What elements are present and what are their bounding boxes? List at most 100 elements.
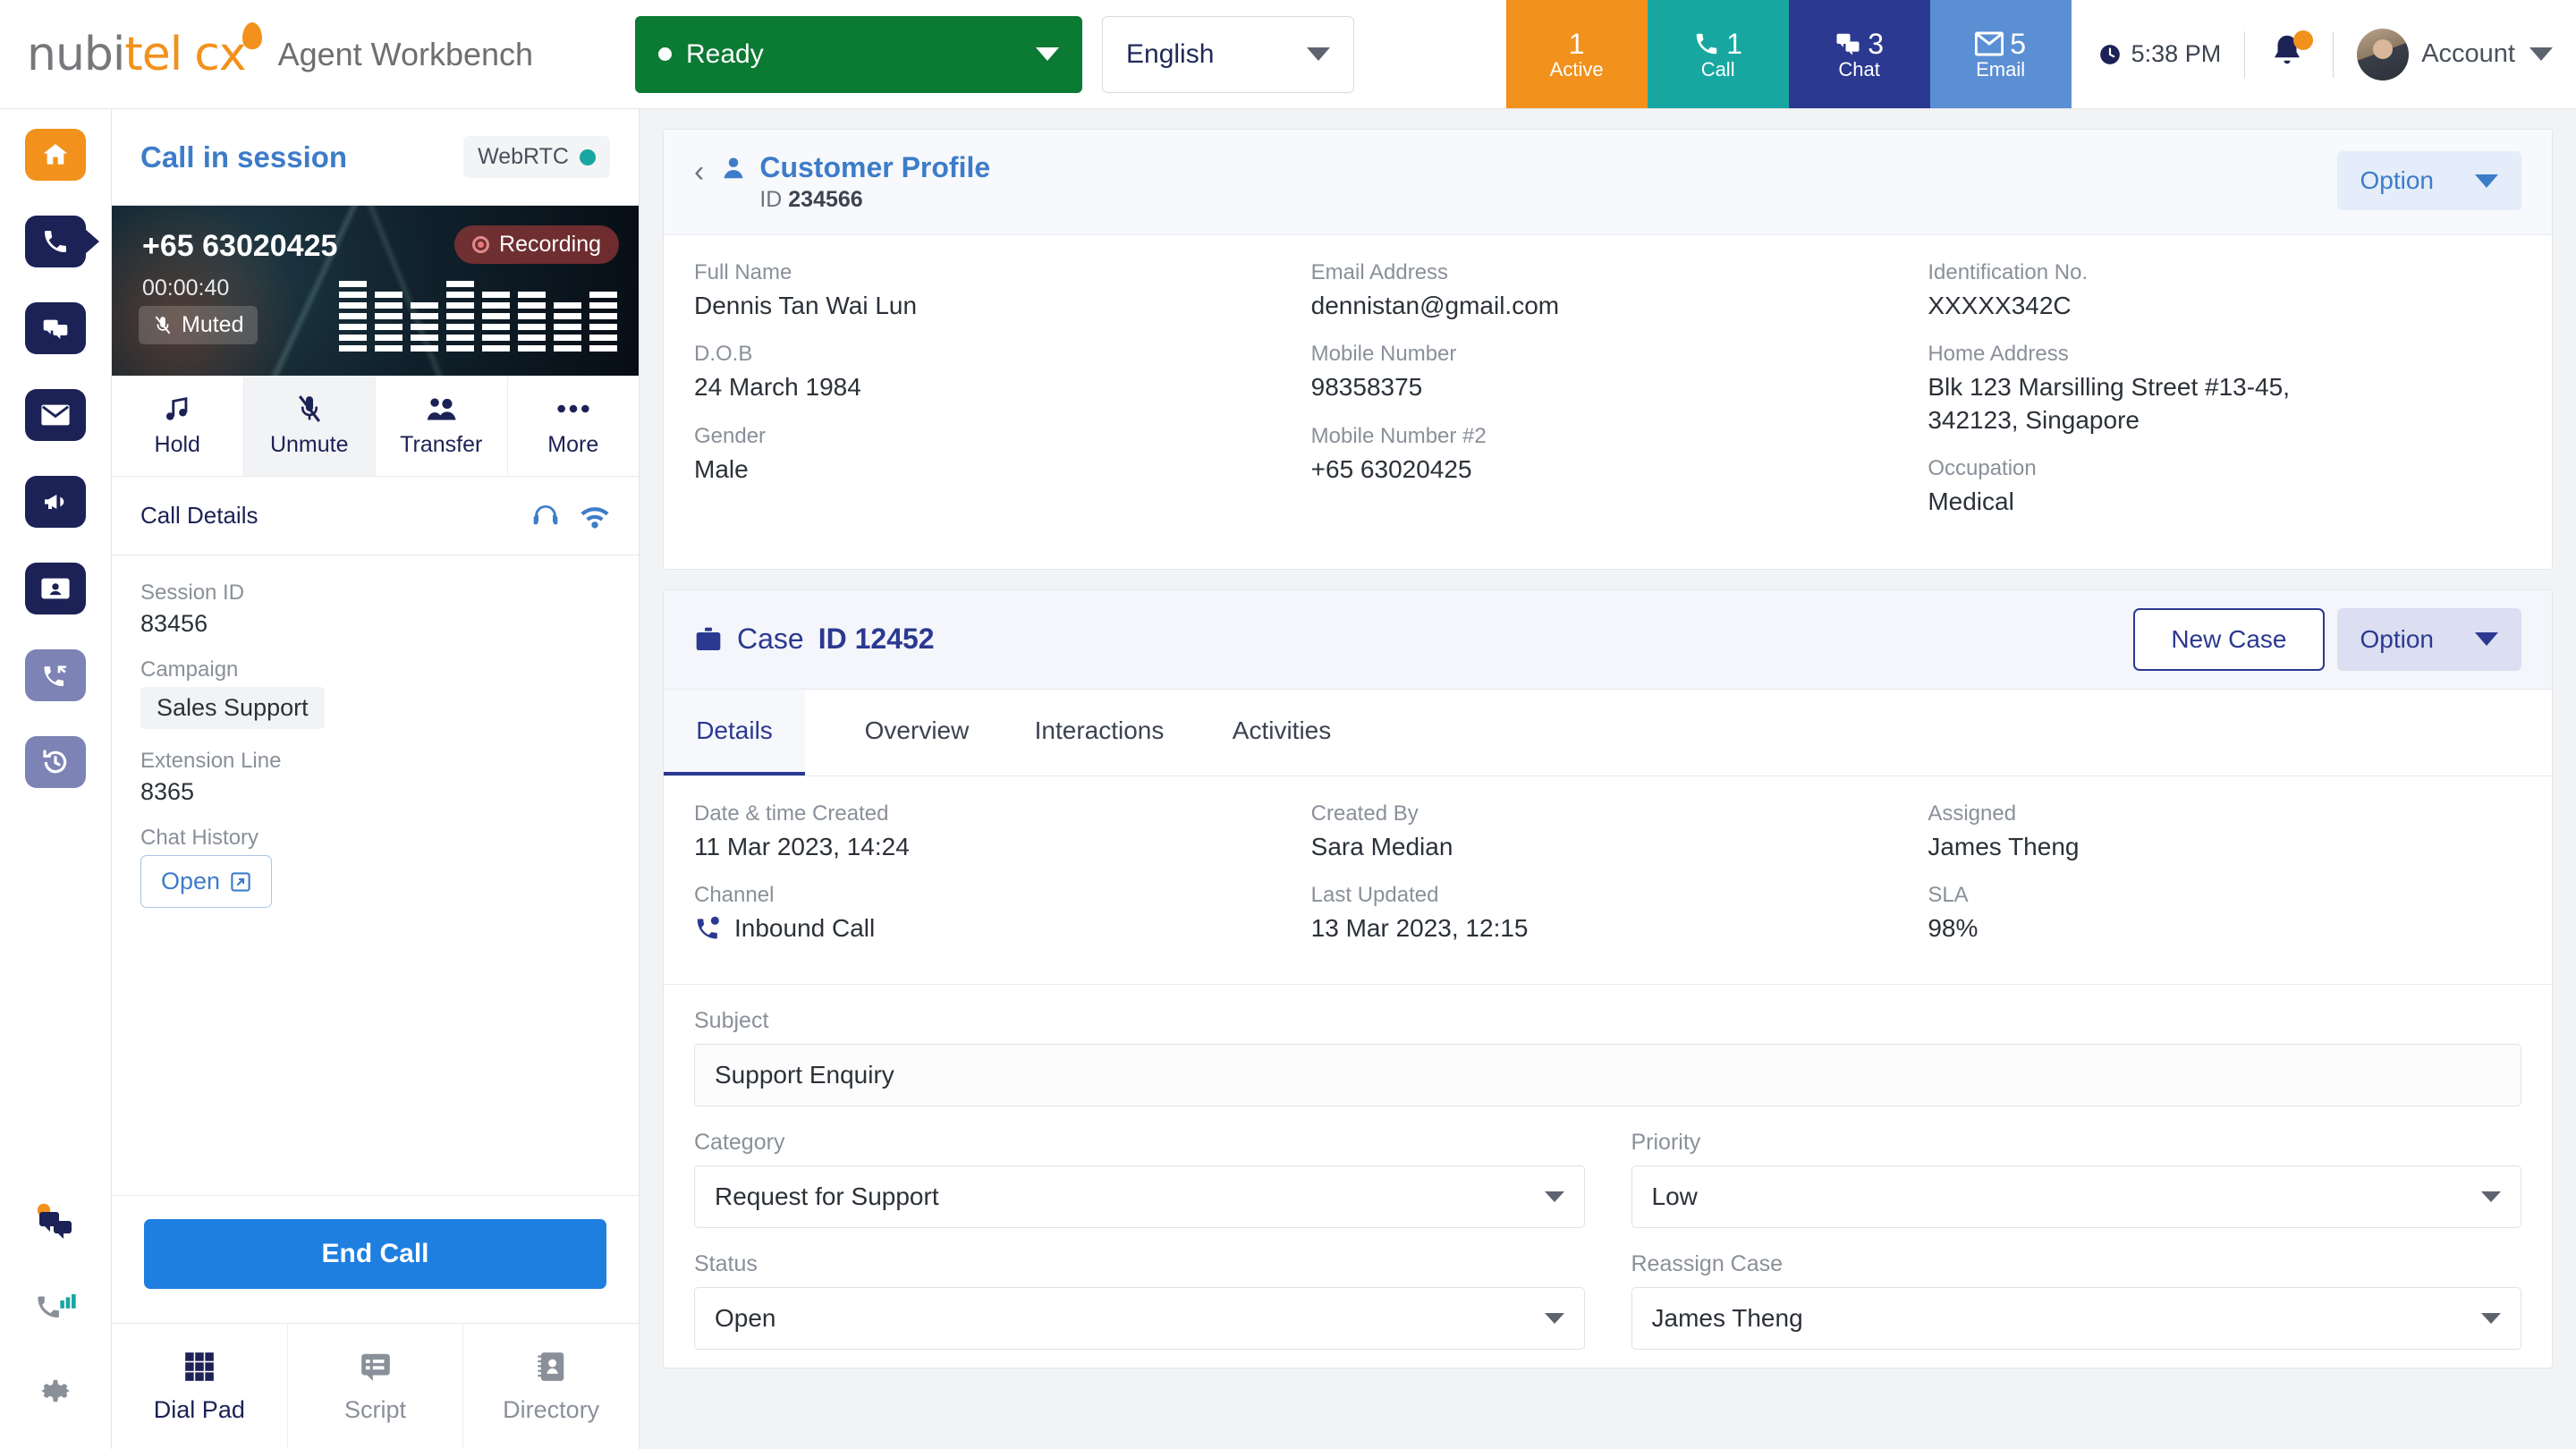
new-case-button[interactable]: New Case [2133, 608, 2324, 671]
sidebar-item-contacts[interactable] [25, 563, 86, 614]
call-bars-icon [35, 1289, 76, 1325]
call-details-title: Call Details [140, 502, 258, 530]
sidebar-item-call-analytics[interactable] [25, 1281, 86, 1333]
field-value-text: Inbound Call [734, 912, 875, 945]
status-group: Status Open [694, 1251, 1585, 1350]
unmute-button[interactable]: Unmute [244, 376, 377, 476]
history-clock-icon [41, 748, 70, 776]
reassign-value: James Theng [1652, 1304, 1803, 1333]
field-label: Last Updated [1311, 883, 1905, 908]
call-details-body: Session ID 83456 Campaign Sales Support … [112, 555, 639, 928]
field-label: Email Address [1311, 260, 1905, 285]
dial-pad-button[interactable]: Dial Pad [112, 1324, 288, 1449]
field-label: D.O.B [694, 342, 1288, 367]
field-label: Occupation [1928, 456, 2521, 481]
field-created-by: Created By Sara Median [1311, 801, 1905, 863]
mic-muted-icon [294, 394, 325, 424]
sidebar-item-callback[interactable] [25, 649, 86, 701]
tab-overview[interactable]: Overview [846, 690, 987, 775]
field-identification-no: Identification No. XXXXX342C [1928, 260, 2521, 322]
caller-number: +65 63020425 [142, 229, 337, 264]
field-label: SLA [1928, 883, 2521, 908]
customer-profile-fields: Full Name Dennis Tan Wai Lun D.O.B 24 Ma… [664, 235, 2552, 569]
tab-activities[interactable]: Activities [1211, 690, 1352, 775]
transfer-button[interactable]: Transfer [376, 376, 508, 476]
call-session-title: Call in session [140, 140, 347, 174]
reassign-select[interactable]: James Theng [1631, 1287, 2522, 1350]
sidebar-item-chat-bubbles[interactable] [25, 1197, 86, 1249]
call-visual: +65 63020425 00:00:40 Muted Recording [112, 206, 639, 376]
language-dropdown[interactable]: English [1102, 16, 1354, 93]
more-label: More [547, 432, 598, 458]
field-label: Mobile Number #2 [1311, 424, 1905, 449]
home-icon [41, 140, 70, 169]
chevron-down-icon[interactable] [2529, 47, 2553, 61]
sidebar-item-chat[interactable] [25, 302, 86, 354]
field-label: Created By [1311, 801, 1905, 826]
field-value: +65 63020425 [1311, 453, 1905, 486]
directory-button[interactable]: Directory [463, 1324, 639, 1449]
case-id-value: ID 12452 [818, 623, 935, 656]
field-value: 24 March 1984 [694, 371, 1288, 403]
counter-chat[interactable]: 3 Chat [1789, 0, 1930, 108]
chevron-down-icon [2481, 1313, 2501, 1324]
counter-email-count: 5 [2010, 30, 2026, 58]
priority-select[interactable]: Low [1631, 1165, 2522, 1228]
subject-input[interactable] [694, 1044, 2521, 1106]
clock-time: 5:38 PM [2131, 40, 2222, 68]
hold-button[interactable]: Hold [112, 376, 244, 476]
more-button[interactable]: More [508, 376, 640, 476]
field-value: Dennis Tan Wai Lun [694, 290, 1288, 322]
transfer-label: Transfer [400, 432, 482, 458]
counter-active[interactable]: 1 Active [1506, 0, 1648, 108]
script-icon [359, 1350, 393, 1384]
script-button[interactable]: Script [288, 1324, 464, 1449]
nubitel-logo: nubi tel cx [27, 28, 246, 81]
tab-interactions[interactable]: Interactions [1029, 690, 1170, 775]
status-select[interactable]: Open [694, 1287, 1585, 1350]
clock-icon [2098, 43, 2122, 66]
category-select[interactable]: Request for Support [694, 1165, 1585, 1228]
notifications-button[interactable] [2268, 32, 2309, 77]
sidebar-item-email[interactable] [25, 389, 86, 441]
counter-call[interactable]: 1 Call [1648, 0, 1789, 108]
profile-option-label: Option [2360, 166, 2435, 195]
sidebar-item-call[interactable] [25, 216, 86, 267]
chevron-down-icon [2475, 632, 2498, 646]
recording-badge: Recording [454, 225, 619, 264]
logo-hex-mark [242, 22, 262, 49]
dialpad-icon [182, 1350, 216, 1384]
case-option-dropdown[interactable]: Option [2337, 608, 2522, 671]
webrtc-status-dot-icon [580, 149, 596, 165]
back-chevron-icon[interactable]: ‹ [694, 157, 704, 187]
sidebar-item-history[interactable] [25, 736, 86, 788]
muted-badge: Muted [139, 306, 258, 344]
muted-label: Muted [182, 312, 243, 338]
tab-details[interactable]: Details [664, 690, 805, 775]
webrtc-status-badge: WebRTC [463, 136, 610, 178]
field-dob: D.O.B 24 March 1984 [694, 342, 1288, 403]
sidebar-item-settings[interactable] [25, 1365, 86, 1417]
agent-status-dropdown[interactable]: Ready [635, 16, 1082, 93]
category-value: Request for Support [715, 1182, 939, 1211]
case-tabs: Details Overview Interactions Activities [664, 690, 2552, 776]
profile-option-dropdown[interactable]: Option [2337, 151, 2522, 210]
field-label: Chat History [140, 826, 610, 851]
sidebar-item-campaign[interactable] [25, 476, 86, 528]
call-return-icon [41, 661, 70, 690]
field-date-time-created: Date & time Created 11 Mar 2023, 14:24 [694, 801, 1288, 863]
field-label: Mobile Number [1311, 342, 1905, 367]
field-label: Full Name [694, 260, 1288, 285]
audio-equalizer-icon [339, 281, 617, 356]
counter-email[interactable]: 5 Email [1930, 0, 2072, 108]
open-chat-history-button[interactable]: Open [140, 855, 272, 908]
field-value: Medical [1928, 486, 2521, 518]
end-call-button[interactable]: End Call [144, 1219, 606, 1289]
header-right-tools: 5:38 PM Account [2072, 0, 2576, 108]
field-campaign: Campaign Sales Support [140, 657, 610, 729]
call-actions: Hold Unmute Transfer More [112, 376, 639, 477]
sidebar-item-home[interactable] [25, 129, 86, 181]
agent-status-label: Ready [686, 39, 764, 70]
call-panel-header: Call in session WebRTC [112, 109, 639, 206]
inbound-call-icon [694, 915, 723, 942]
